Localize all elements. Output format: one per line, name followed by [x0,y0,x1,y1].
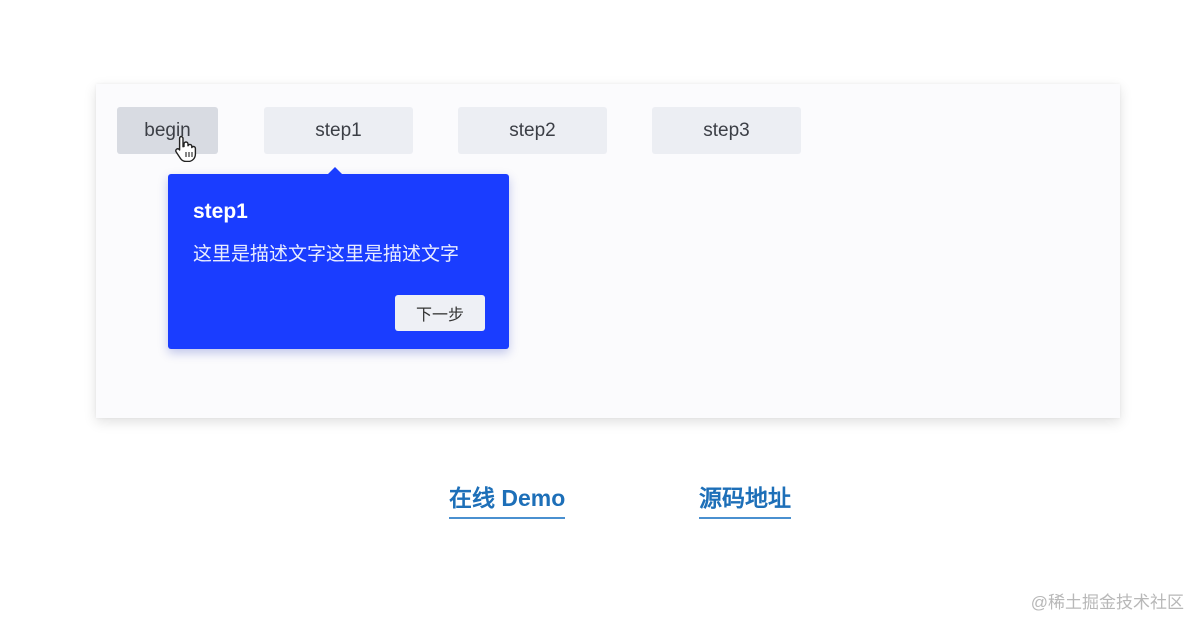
online-demo-link[interactable]: 在线 Demo [449,479,566,519]
step2-button[interactable]: step2 [458,107,607,154]
popover-description: 这里是描述文字这里是描述文字 [193,244,460,265]
source-code-link[interactable]: 源码地址 [699,479,791,519]
next-step-button[interactable]: 下一步 [395,295,485,331]
page: begin step1 step2 step3 step1 这里是描述文字这里是… [0,0,1192,621]
popover-arrow [328,167,342,174]
links-row: 在线 Demo 源码地址 [0,479,1192,519]
begin-button[interactable]: begin [117,107,218,154]
step1-button[interactable]: step1 [264,107,413,154]
guide-popover: step1 这里是描述文字这里是描述文字 下一步 [168,167,509,349]
step3-button[interactable]: step3 [652,107,801,154]
popover-title: step1 [193,200,248,223]
demo-card: begin step1 step2 step3 step1 这里是描述文字这里是… [96,84,1120,418]
watermark: @稀土掘金技术社区 [1030,593,1184,612]
hand-pointer-icon [175,135,197,162]
